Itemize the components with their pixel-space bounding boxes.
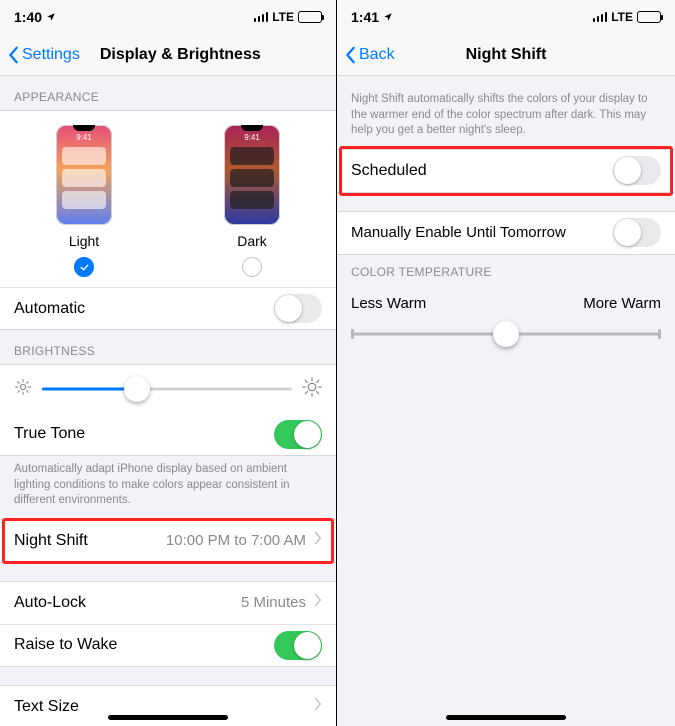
- color-temp-group: Less Warm More Warm: [337, 285, 675, 366]
- automatic-label: Automatic: [14, 300, 85, 318]
- cell-raise-to-wake[interactable]: Raise to Wake: [0, 624, 336, 666]
- status-time: 1:40: [14, 9, 42, 25]
- location-icon: [46, 9, 56, 25]
- appearance-option-dark[interactable]: 9:41 Dark: [224, 125, 280, 277]
- preview-time: 9:41: [224, 133, 280, 142]
- cell-true-tone[interactable]: True Tone: [0, 413, 336, 455]
- section-header-appearance: APPEARANCE: [0, 76, 336, 110]
- preview-time: 9:41: [56, 133, 112, 142]
- sun-min-icon: [14, 378, 32, 401]
- chevron-right-icon: [314, 593, 322, 612]
- raise-to-wake-label: Raise to Wake: [14, 636, 117, 654]
- chevron-left-icon: [345, 46, 357, 64]
- night-shift-intro: Night Shift automatically shifts the col…: [337, 76, 675, 149]
- brightness-group: True Tone: [0, 364, 336, 456]
- preview-dark: 9:41: [224, 125, 280, 225]
- chevron-right-icon: [314, 697, 322, 716]
- manual-enable-toggle[interactable]: [613, 218, 661, 247]
- status-bar: 1:41 LTE: [337, 0, 675, 34]
- chevron-left-icon: [8, 46, 20, 64]
- auto-lock-label: Auto-Lock: [14, 594, 86, 612]
- more-warm-label: More Warm: [583, 295, 661, 312]
- status-bar: 1:40 LTE: [0, 0, 336, 34]
- preview-light: 9:41: [56, 125, 112, 225]
- text-size-label: Text Size: [14, 698, 79, 716]
- true-tone-footnote: Automatically adapt iPhone display based…: [0, 456, 336, 519]
- appearance-option-light[interactable]: 9:41 Light: [56, 125, 112, 277]
- auto-lock-value: 5 Minutes: [241, 594, 306, 611]
- automatic-toggle[interactable]: [274, 294, 322, 323]
- cell-automatic[interactable]: Automatic: [0, 287, 336, 329]
- nav-bar: Back Night Shift: [337, 34, 675, 76]
- home-indicator: [446, 715, 566, 720]
- true-tone-label: True Tone: [14, 425, 85, 443]
- back-button[interactable]: Back: [345, 46, 395, 64]
- radio-dark[interactable]: [242, 257, 262, 277]
- scheduled-group: Scheduled: [337, 149, 675, 193]
- battery-icon: [637, 11, 661, 23]
- home-indicator: [108, 715, 228, 720]
- location-icon: [383, 9, 393, 25]
- sun-max-icon: [302, 377, 322, 402]
- color-temp-slider[interactable]: [351, 320, 661, 348]
- back-label: Back: [359, 46, 395, 64]
- scheduled-toggle[interactable]: [613, 156, 661, 185]
- manual-group: Manually Enable Until Tomorrow: [337, 211, 675, 255]
- section-header-brightness: BRIGHTNESS: [0, 330, 336, 364]
- screenshot-night-shift: 1:41 LTE Back Night Shift Night Shift au…: [337, 0, 675, 726]
- lock-group: Auto-Lock 5 Minutes Raise to Wake: [0, 581, 336, 667]
- night-shift-label: Night Shift: [14, 532, 88, 550]
- manual-enable-label: Manually Enable Until Tomorrow: [351, 224, 566, 241]
- appearance-label-light: Light: [69, 233, 99, 249]
- cell-scheduled[interactable]: Scheduled: [337, 150, 675, 192]
- signal-icon: [593, 12, 608, 22]
- screenshot-display-brightness: 1:40 LTE Settings Display & Brightness A…: [0, 0, 337, 726]
- battery-icon: [298, 11, 322, 23]
- network-label: LTE: [272, 10, 294, 24]
- chevron-right-icon: [314, 531, 322, 550]
- nav-title: Display & Brightness: [100, 46, 261, 64]
- true-tone-toggle[interactable]: [274, 420, 322, 449]
- back-button[interactable]: Settings: [8, 46, 80, 64]
- night-shift-group: Night Shift 10:00 PM to 7:00 AM: [0, 519, 336, 563]
- cell-manual-enable[interactable]: Manually Enable Until Tomorrow: [337, 212, 675, 254]
- status-time: 1:41: [351, 9, 379, 25]
- less-warm-label: Less Warm: [351, 295, 426, 312]
- signal-icon: [254, 12, 269, 22]
- night-shift-value: 10:00 PM to 7:00 AM: [166, 532, 306, 549]
- brightness-slider-row: [0, 365, 336, 413]
- raise-to-wake-toggle[interactable]: [274, 631, 322, 660]
- brightness-slider[interactable]: [42, 375, 292, 403]
- appearance-group: 9:41 Light 9:41 Dark: [0, 110, 336, 330]
- cell-auto-lock[interactable]: Auto-Lock 5 Minutes: [0, 582, 336, 624]
- scheduled-label: Scheduled: [351, 162, 427, 180]
- appearance-label-dark: Dark: [237, 233, 267, 249]
- network-label: LTE: [611, 10, 633, 24]
- nav-bar: Settings Display & Brightness: [0, 34, 336, 76]
- back-label: Settings: [22, 46, 80, 64]
- radio-light[interactable]: [74, 257, 94, 277]
- cell-night-shift[interactable]: Night Shift 10:00 PM to 7:00 AM: [0, 520, 336, 562]
- section-header-color-temp: COLOR TEMPERATURE: [337, 255, 675, 285]
